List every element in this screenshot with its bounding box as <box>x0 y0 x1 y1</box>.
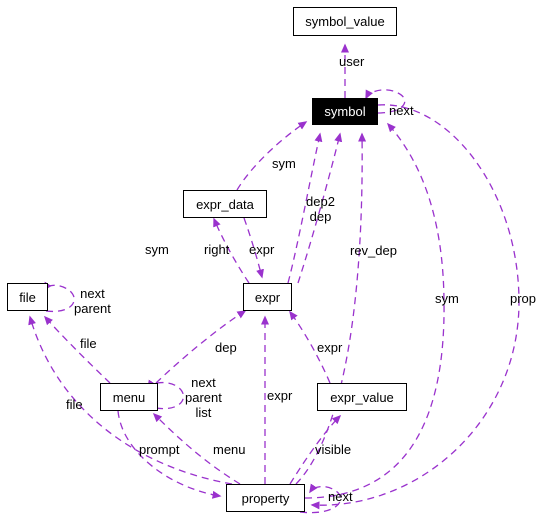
edge-label-prop: prop <box>510 291 537 306</box>
edge-label-next-symbol: next <box>389 103 414 118</box>
node-menu-label: menu <box>112 389 146 405</box>
node-expr_value-label: expr_value <box>330 389 394 405</box>
edge-label-visible: visible <box>315 442 352 457</box>
edge-label-expr-property: expr <box>267 388 293 403</box>
edge-label-sym-symbol: sym <box>272 156 296 171</box>
edge-label-menu-property: menu <box>213 442 246 457</box>
edge-label-expr-right: expr <box>317 340 343 355</box>
node-file-label: file <box>19 289 36 305</box>
edge-menu-file-file <box>43 315 111 384</box>
edge-label-dep2-dep: dep2 dep <box>306 194 335 224</box>
node-symbol_value[interactable]: symbol_value <box>293 7 397 36</box>
edge-label-prompt: prompt <box>139 442 180 457</box>
node-symbol[interactable]: symbol <box>312 98 378 125</box>
collaboration-diagram: symbol_value symbol expr_data file expr … <box>0 0 547 523</box>
node-property-label: property <box>241 490 290 506</box>
edge-label-file-property: file <box>66 397 83 412</box>
edge-label-next-parent-list: next parent list <box>185 375 222 420</box>
node-expr-label: expr <box>254 289 281 305</box>
node-expr[interactable]: expr <box>243 283 292 311</box>
node-menu[interactable]: menu <box>100 383 158 411</box>
edge-label-user: user <box>339 54 365 69</box>
edge-label-rev_dep: rev_dep <box>350 243 397 258</box>
node-symbol-label: symbol <box>324 104 366 119</box>
node-expr_value[interactable]: expr_value <box>317 383 407 411</box>
edge-label-sym-column: sym <box>435 291 459 306</box>
edge-label-expr-expr_data: expr <box>249 242 275 257</box>
edge-label-file-menu: file <box>80 336 97 351</box>
edge-layer <box>28 43 520 514</box>
edge-label-right: right <box>204 242 230 257</box>
node-expr_data[interactable]: expr_data <box>183 190 267 218</box>
node-file[interactable]: file <box>7 283 48 311</box>
node-symbol_value-label: symbol_value <box>305 14 385 29</box>
edge-property-symbol-rev_dep <box>295 132 367 485</box>
edge-label-sym-expr_data: sym <box>145 242 169 257</box>
node-property[interactable]: property <box>226 484 305 512</box>
edge-label-next-property: next <box>328 489 353 504</box>
edge-file-self-next-parent <box>43 281 75 313</box>
edge-label-next-parent: next parent <box>74 286 111 316</box>
edge-label-dep: dep <box>215 340 237 355</box>
node-expr_data-label: expr_data <box>196 196 254 212</box>
